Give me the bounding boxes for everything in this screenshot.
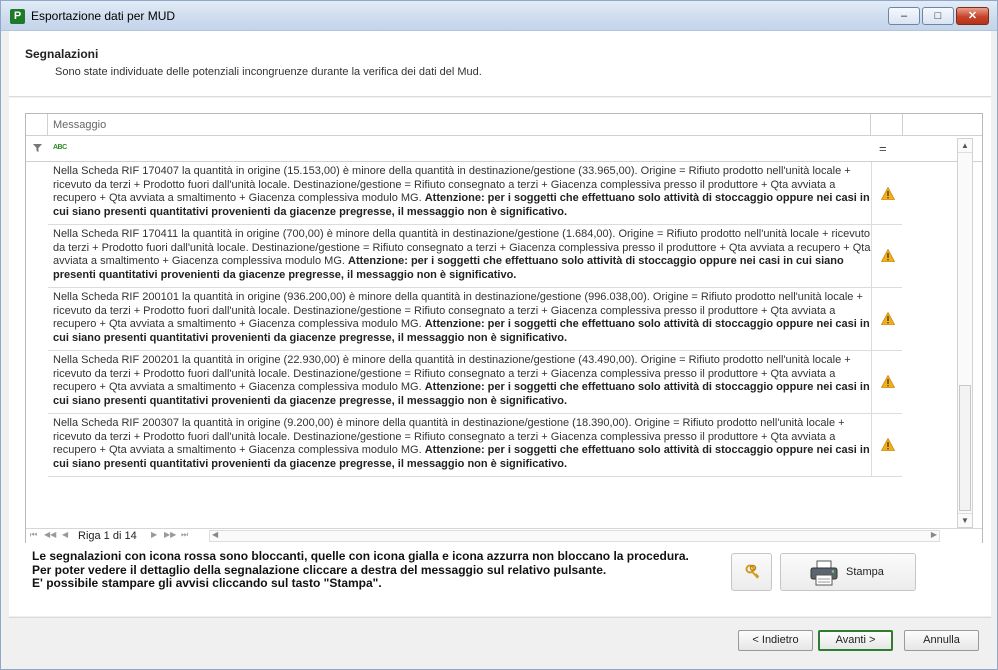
app-icon: P bbox=[10, 9, 25, 24]
content-panel: Messaggio ABC = Nella Scheda RIF 170407 … bbox=[9, 98, 991, 616]
table-row[interactable]: Nella Scheda RIF 200101 la quantità in o… bbox=[48, 288, 902, 351]
column-divider bbox=[902, 114, 903, 136]
info-line: Per poter vedere il dettaglio della segn… bbox=[32, 562, 607, 577]
messages-grid: Messaggio ABC = Nella Scheda RIF 170407 … bbox=[25, 113, 983, 543]
maximize-icon: □ bbox=[934, 10, 942, 22]
table-row[interactable]: Nella Scheda RIF 170407 la quantità in o… bbox=[48, 162, 902, 225]
info-line: Le segnalazioni con icona rossa sono blo… bbox=[32, 549, 689, 563]
table-row[interactable]: Nella Scheda RIF 200201 la quantità in o… bbox=[48, 351, 902, 414]
table-row[interactable]: Nella Scheda RIF 200307 la quantità in o… bbox=[48, 414, 902, 477]
equals-filter-icon[interactable]: = bbox=[879, 141, 887, 156]
grid-header: Messaggio bbox=[26, 114, 982, 136]
last-page-icon[interactable]: ⏭ bbox=[181, 530, 188, 540]
row-icon-cell[interactable] bbox=[871, 225, 902, 287]
info-line: E' possibile stampare gli avvisi cliccan… bbox=[32, 576, 382, 590]
scroll-left-icon[interactable]: ◀ bbox=[212, 530, 218, 539]
printer-icon bbox=[810, 560, 838, 586]
cancel-button[interactable]: Annulla bbox=[904, 630, 979, 651]
close-icon: ✕ bbox=[967, 10, 978, 22]
scroll-up-icon[interactable]: ▲ bbox=[958, 139, 972, 153]
print-label: Stampa bbox=[846, 566, 884, 578]
row-icon-cell[interactable] bbox=[871, 288, 902, 350]
page-title: Segnalazioni bbox=[25, 47, 99, 61]
warning-icon[interactable] bbox=[881, 312, 895, 325]
row-message: Nella Scheda RIF 200101 la quantità in o… bbox=[53, 291, 870, 344]
row-icon-cell[interactable] bbox=[871, 162, 902, 224]
row-message: Nella Scheda RIF 170407 la quantità in o… bbox=[53, 165, 870, 218]
minimize-icon: – bbox=[900, 10, 908, 22]
next-page-icon[interactable]: ▶▶ bbox=[164, 530, 176, 539]
window-title: Esportazione dati per MUD bbox=[31, 9, 176, 23]
grid-corner bbox=[26, 114, 48, 136]
header-panel: Segnalazioni Sono state individuate dell… bbox=[9, 31, 991, 97]
row-icon-cell[interactable] bbox=[871, 351, 902, 413]
next-button[interactable]: Avanti > bbox=[818, 630, 893, 651]
minimize-button[interactable]: – bbox=[888, 7, 920, 25]
row-message: Nella Scheda RIF 200201 la quantità in o… bbox=[53, 354, 870, 407]
row-icon-cell[interactable] bbox=[871, 414, 902, 476]
column-divider bbox=[870, 114, 871, 136]
horizontal-scrollbar[interactable]: ◀ ▶ bbox=[209, 530, 940, 542]
info-text: Le segnalazioni con icona rossa sono blo… bbox=[32, 549, 732, 591]
text-filter-icon[interactable]: ABC bbox=[53, 144, 67, 151]
footer-bar: < Indietro Avanti > Annulla bbox=[9, 617, 991, 663]
keys-icon bbox=[745, 564, 760, 579]
main-window: P Esportazione dati per MUD – □ ✕ Segnal… bbox=[0, 0, 998, 670]
prev-page-icon[interactable]: ◀◀ bbox=[44, 530, 56, 539]
title-bar[interactable]: P Esportazione dati per MUD – □ ✕ bbox=[1, 1, 997, 31]
pager-bar: ⏮ ◀◀ ◀ Riga 1 di 14 ▶ ▶▶ ⏭ ◀ ▶ bbox=[26, 528, 982, 543]
warning-icon[interactable] bbox=[881, 187, 895, 200]
filter-icon[interactable] bbox=[33, 144, 42, 152]
maximize-button[interactable]: □ bbox=[922, 7, 954, 25]
warning-icon[interactable] bbox=[881, 249, 895, 262]
back-button[interactable]: < Indietro bbox=[738, 630, 813, 651]
scroll-right-icon[interactable]: ▶ bbox=[931, 530, 937, 539]
row-message: Nella Scheda RIF 170411 la quantità in o… bbox=[53, 228, 871, 281]
first-page-icon[interactable]: ⏮ bbox=[30, 530, 37, 540]
scroll-thumb[interactable] bbox=[959, 385, 971, 511]
close-button[interactable]: ✕ bbox=[956, 7, 989, 25]
row-message: Nella Scheda RIF 200307 la quantità in o… bbox=[53, 417, 870, 470]
keys-button[interactable] bbox=[731, 553, 772, 591]
column-header-messaggio[interactable]: Messaggio bbox=[53, 119, 106, 131]
page-subtitle: Sono state individuate delle potenziali … bbox=[55, 66, 482, 78]
table-row[interactable]: Nella Scheda RIF 170411 la quantità in o… bbox=[48, 225, 902, 288]
prev-row-icon[interactable]: ◀ bbox=[62, 530, 68, 539]
scroll-down-icon[interactable]: ▼ bbox=[958, 513, 972, 527]
warning-icon[interactable] bbox=[881, 375, 895, 388]
next-row-icon[interactable]: ▶ bbox=[151, 530, 157, 539]
warning-icon[interactable] bbox=[881, 438, 895, 451]
print-button[interactable]: Stampa bbox=[780, 553, 916, 591]
row-indicator: Riga 1 di 14 bbox=[78, 530, 137, 542]
filter-row[interactable]: ABC = bbox=[26, 136, 982, 162]
vertical-scrollbar[interactable]: ▲ ▼ bbox=[957, 138, 973, 528]
